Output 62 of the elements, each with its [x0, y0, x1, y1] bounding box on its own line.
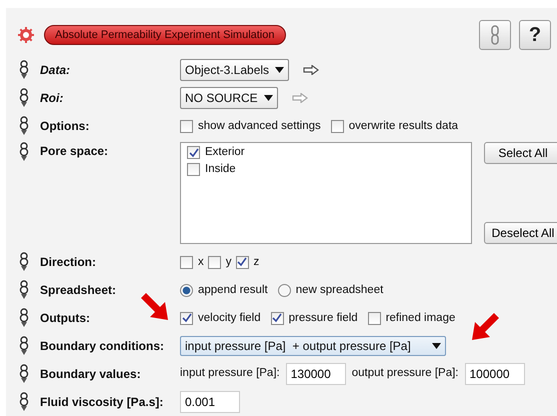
checkbox[interactable]	[330, 120, 344, 132]
select-all-button[interactable]: Select All	[484, 142, 557, 164]
pin-icon	[18, 88, 30, 108]
checkbox-label: x	[198, 256, 204, 268]
field-label: Outputs:	[40, 310, 91, 327]
checkbox-label: z	[254, 256, 260, 268]
conditions-dropdown[interactable]: input pressure [Pa] + output pressure [Pa]	[180, 336, 446, 356]
caret-icon	[275, 67, 284, 73]
checkbox-label: Inside	[205, 163, 236, 176]
field-label: Options:	[40, 118, 90, 135]
field-label: Boundary values:	[40, 366, 142, 383]
checkbox-label: Exterior	[205, 146, 245, 159]
caret-icon	[432, 343, 441, 349]
field-caption: input pressure [Pa]:	[180, 366, 280, 382]
pin-icon	[18, 308, 30, 328]
checkbox[interactable]	[368, 312, 381, 324]
checkbox-label: y	[226, 256, 232, 268]
link-button[interactable]	[479, 20, 511, 50]
value-field[interactable]: 100000	[464, 363, 524, 385]
checkbox[interactable]	[208, 256, 221, 268]
field-caption: output pressure [Pa]:	[352, 366, 458, 382]
value-field[interactable]: 130000	[286, 363, 346, 385]
radio-button[interactable]	[278, 284, 291, 296]
checkbox[interactable]	[180, 312, 193, 324]
pin-icon	[18, 60, 30, 80]
field-label: Roi:	[40, 90, 64, 107]
pin-icon	[18, 116, 30, 136]
checkbox[interactable]	[270, 312, 284, 324]
checkbox-label: refined image	[386, 312, 456, 324]
checkbox-label: pressure field	[288, 312, 358, 324]
gear-icon	[18, 27, 34, 43]
module-title-button[interactable]: Absolute Permeability Experiment Simulation	[44, 25, 286, 45]
checkbox-label: velocity field	[198, 312, 261, 324]
source-dropdown[interactable]: Object-3.Labels	[180, 59, 290, 81]
source-dropdown[interactable]: NO SOURCE	[180, 87, 278, 109]
pin-icon	[18, 252, 30, 272]
checkbox-label: overwrite results data	[348, 120, 458, 132]
field-label: Fluid viscosity [Pa.s]:	[40, 394, 164, 411]
field-label: Direction:	[40, 254, 98, 271]
deselect-all-button[interactable]: Deselect All	[484, 222, 557, 244]
help-button[interactable]: ?	[519, 20, 551, 50]
checkbox[interactable]	[187, 163, 200, 176]
pin-icon	[18, 364, 30, 384]
checkbox[interactable]	[180, 256, 193, 268]
radio-button[interactable]	[180, 284, 193, 296]
pin-icon	[18, 280, 30, 300]
checkbox[interactable]	[187, 146, 200, 159]
field-label: Pore space:	[40, 143, 110, 160]
chain-link-icon	[490, 25, 500, 45]
value-field[interactable]: 0.001	[180, 391, 240, 413]
checkbox-label: show advanced settings	[198, 120, 321, 132]
caret-icon	[264, 95, 273, 101]
pin-icon	[18, 336, 30, 356]
pin-icon	[18, 142, 30, 162]
radio-label: new spreadsheet	[296, 284, 384, 296]
field-label: Boundary conditions:	[40, 338, 165, 355]
field-label: Spreadsheet:	[40, 282, 118, 299]
pin-icon	[18, 392, 30, 412]
radio-label: append result	[198, 284, 268, 296]
checkbox[interactable]	[180, 120, 193, 132]
field-label: Data:	[40, 62, 72, 79]
checkbox[interactable]	[236, 256, 248, 268]
